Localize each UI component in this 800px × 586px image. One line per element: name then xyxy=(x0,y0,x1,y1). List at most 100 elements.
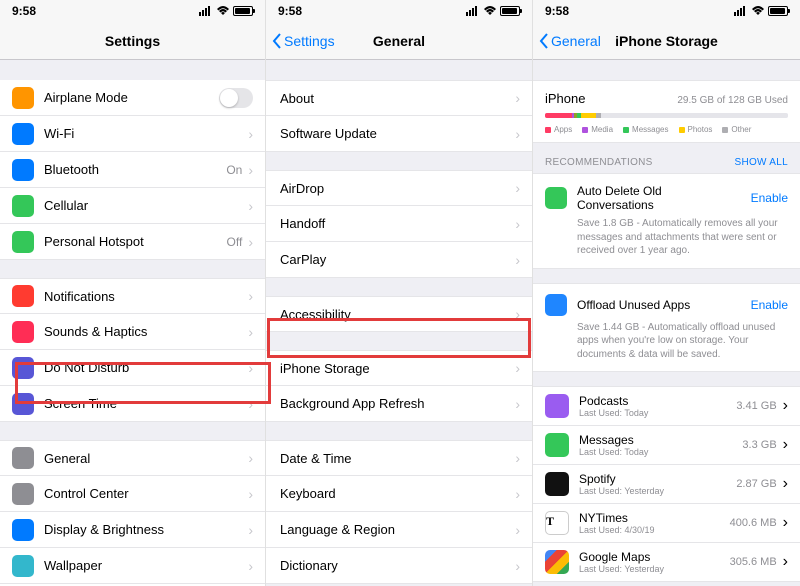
chevron-right-icon: › xyxy=(248,162,253,178)
back-label: General xyxy=(551,33,601,49)
chevron-right-icon: › xyxy=(248,198,253,214)
app-row[interactable]: MessagesLast Used: Today3.3 GB› xyxy=(533,426,800,465)
settings-row[interactable]: Wallpaper› xyxy=(0,548,265,584)
chevron-right-icon: › xyxy=(248,234,253,250)
row-label: AirDrop xyxy=(280,181,515,196)
app-size: 400.6 MB xyxy=(730,517,777,529)
app-row[interactable]: SpotifyLast Used: Yesterday2.87 GB› xyxy=(533,465,800,504)
row-detail: On xyxy=(226,163,242,177)
storage-summary: iPhone 29.5 GB of 128 GB Used AppsMediaM… xyxy=(533,80,800,143)
appstore-icon xyxy=(545,294,567,316)
app-row[interactable]: Google MapsLast Used: Yesterday305.6 MB› xyxy=(533,543,800,582)
general-screen: 9:58 Settings General About›Software Upd… xyxy=(266,0,533,586)
wifi-icon xyxy=(751,6,765,16)
hourglass-icon xyxy=(12,393,34,415)
app-last-used: Last Used: Today xyxy=(579,408,736,418)
airplane-icon xyxy=(12,87,34,109)
chevron-right-icon: › xyxy=(515,306,520,322)
chevron-right-icon: › xyxy=(515,486,520,502)
row-label: Accessibility xyxy=(280,307,515,322)
cellular-icon xyxy=(12,195,34,217)
row-label: General xyxy=(44,451,248,466)
settings-row[interactable]: About› xyxy=(266,80,532,116)
legend-item: Media xyxy=(582,125,613,134)
back-button[interactable]: Settings xyxy=(272,33,335,49)
settings-row[interactable]: iPhone Storage› xyxy=(266,350,532,386)
chevron-right-icon: › xyxy=(515,450,520,466)
recommendation-desc: Save 1.8 GB - Automatically removes all … xyxy=(545,217,788,258)
display-icon xyxy=(12,519,34,541)
app-size: 305.6 MB xyxy=(730,556,777,568)
settings-row[interactable]: Airplane Mode xyxy=(0,80,265,116)
status-bar: 9:58 xyxy=(266,0,532,22)
show-all-link[interactable]: SHOW ALL xyxy=(734,157,788,168)
row-label: Language & Region xyxy=(280,522,515,537)
chevron-right-icon: › xyxy=(783,475,788,493)
row-label: Bluetooth xyxy=(44,162,226,177)
row-label: Control Center xyxy=(44,486,248,501)
app-size: 3.3 GB xyxy=(742,439,776,451)
app-icon xyxy=(545,433,569,457)
legend-item: Apps xyxy=(545,125,572,134)
settings-row[interactable]: BluetoothOn › xyxy=(0,152,265,188)
row-label: iPhone Storage xyxy=(280,361,515,376)
settings-row[interactable]: Date & Time› xyxy=(266,440,532,476)
app-last-used: Last Used: Yesterday xyxy=(579,486,736,496)
enable-link[interactable]: Enable xyxy=(751,298,788,312)
settings-row[interactable]: Accessibility› xyxy=(266,296,532,332)
settings-row[interactable]: AirDrop› xyxy=(266,170,532,206)
row-label: About xyxy=(280,91,515,106)
settings-row[interactable]: Keyboard› xyxy=(266,476,532,512)
app-row[interactable]: PodcastsLast Used: Today3.41 GB› xyxy=(533,386,800,426)
recommendations-header: RECOMMENDATIONS SHOW ALL xyxy=(533,143,800,173)
iphone-storage-screen: 9:58 General iPhone Storage iPhone 29.5 … xyxy=(533,0,800,586)
status-indicators xyxy=(734,6,788,16)
chevron-right-icon: › xyxy=(783,436,788,454)
chevron-right-icon: › xyxy=(248,360,253,376)
status-bar: 9:58 xyxy=(533,0,800,22)
app-icon xyxy=(545,472,569,496)
app-icon: T xyxy=(545,511,569,535)
row-label: Handoff xyxy=(280,216,515,231)
chevron-right-icon: › xyxy=(515,360,520,376)
wifi-icon xyxy=(12,123,34,145)
settings-row[interactable]: Sounds & Haptics› xyxy=(0,314,265,350)
settings-row[interactable]: General› xyxy=(0,440,265,476)
recommendation-offload[interactable]: Offload Unused Apps Enable Save 1.44 GB … xyxy=(533,283,800,373)
settings-row[interactable]: CarPlay› xyxy=(266,242,532,278)
settings-row[interactable]: Handoff› xyxy=(266,206,532,242)
settings-row[interactable]: Screen Time› xyxy=(0,386,265,422)
settings-row[interactable]: Notifications› xyxy=(0,278,265,314)
settings-row[interactable]: Cellular› xyxy=(0,188,265,224)
storage-bar xyxy=(545,113,788,118)
row-label: Software Update xyxy=(280,126,515,141)
recommendation-auto-delete[interactable]: Auto Delete Old Conversations Enable Sav… xyxy=(533,173,800,269)
settings-row[interactable]: Display & Brightness› xyxy=(0,512,265,548)
app-name: Messages xyxy=(579,433,742,447)
settings-row[interactable]: Language & Region› xyxy=(266,512,532,548)
signal-icon xyxy=(466,6,480,16)
settings-row[interactable]: Dictionary› xyxy=(266,548,532,584)
nav-title: Settings xyxy=(0,33,265,49)
settings-row[interactable]: Personal HotspotOff› xyxy=(0,224,265,260)
settings-row[interactable]: Control Center› xyxy=(0,476,265,512)
settings-row[interactable]: Do Not Disturb› xyxy=(0,350,265,386)
settings-row[interactable]: Wi-Fi› xyxy=(0,116,265,152)
sounds-icon xyxy=(12,321,34,343)
app-row[interactable]: TNYTimesLast Used: 4/30/19400.6 MB› xyxy=(533,504,800,543)
enable-link[interactable]: Enable xyxy=(751,191,788,205)
settings-row[interactable]: Software Update› xyxy=(266,116,532,152)
toggle-switch[interactable] xyxy=(219,88,253,108)
back-button[interactable]: General xyxy=(539,33,601,49)
legend-item: Photos xyxy=(679,125,713,134)
chevron-right-icon: › xyxy=(783,397,788,415)
row-label: Sounds & Haptics xyxy=(44,324,248,339)
status-time: 9:58 xyxy=(278,4,302,18)
status-indicators xyxy=(199,6,253,16)
chevron-right-icon: › xyxy=(248,450,253,466)
device-name: iPhone xyxy=(545,91,585,106)
chevron-right-icon: › xyxy=(248,324,253,340)
chevron-right-icon: › xyxy=(515,522,520,538)
settings-row[interactable]: Background App Refresh› xyxy=(266,386,532,422)
wifi-icon xyxy=(216,6,230,16)
